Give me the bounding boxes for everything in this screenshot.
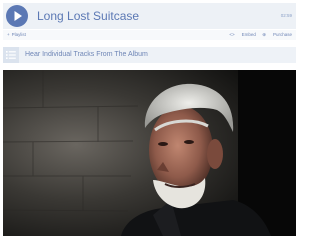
tracks-label: Hear Individual Tracks From The Album (25, 51, 148, 58)
purchase-link[interactable]: ⊕ Purchase (262, 32, 292, 37)
player-meta-row: + Playlist <> Embed ⊕ Purchase (3, 30, 296, 40)
play-button[interactable] (6, 5, 28, 27)
list-button[interactable] (3, 47, 19, 63)
playlist-icon: + (7, 32, 10, 37)
album-photo-image (3, 70, 296, 236)
embed-label: Embed (241, 32, 256, 37)
purchase-label: Purchase (272, 32, 292, 37)
embed-link[interactable]: <> Embed (229, 32, 256, 37)
album-photo (3, 70, 296, 236)
play-icon (14, 11, 22, 21)
audio-player: Long Lost Suitcase 02:59 (3, 3, 296, 29)
track-time: 02:59 (280, 13, 292, 18)
player-actions: <> Embed ⊕ Purchase (224, 32, 292, 38)
playlist-link[interactable]: + Playlist (7, 32, 26, 37)
embed-icon: <> (229, 32, 235, 37)
list-icon (6, 51, 16, 59)
track-title: Long Lost Suitcase (37, 9, 140, 23)
cart-icon: ⊕ (262, 32, 266, 37)
playlist-label: Playlist (11, 32, 26, 37)
individual-tracks-toggle[interactable]: Hear Individual Tracks From The Album (3, 47, 296, 63)
